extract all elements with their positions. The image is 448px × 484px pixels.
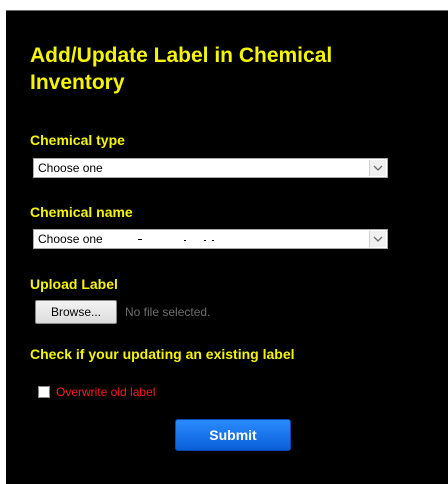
chemical-type-value: Choose one xyxy=(38,161,103,175)
chemical-name-label: Chemical name xyxy=(30,204,133,220)
option-text-fragment xyxy=(138,239,142,240)
browse-button[interactable]: Browse... xyxy=(35,300,117,324)
chemical-name-value: Choose one xyxy=(38,232,103,246)
option-text-fragment xyxy=(212,240,214,241)
overwrite-checkbox[interactable] xyxy=(38,386,50,398)
option-text-fragment xyxy=(204,240,206,241)
chemical-type-label: Chemical type xyxy=(30,132,125,148)
overwrite-checkbox-label[interactable]: Overwrite old label xyxy=(56,385,155,399)
option-text-fragment xyxy=(184,240,186,241)
chevron-down-icon[interactable] xyxy=(369,160,386,176)
chemical-name-select[interactable]: Choose one xyxy=(33,229,388,249)
overwrite-heading: Check if your updating an existing label xyxy=(30,346,295,362)
upload-label: Upload Label xyxy=(30,276,118,292)
form-title: Add/Update Label in Chemical Inventory xyxy=(30,44,333,94)
submit-button[interactable]: Submit xyxy=(175,419,291,451)
file-status: No file selected. xyxy=(125,305,211,319)
chemical-type-select[interactable]: Choose one xyxy=(33,158,388,178)
chevron-down-icon[interactable] xyxy=(369,231,386,247)
